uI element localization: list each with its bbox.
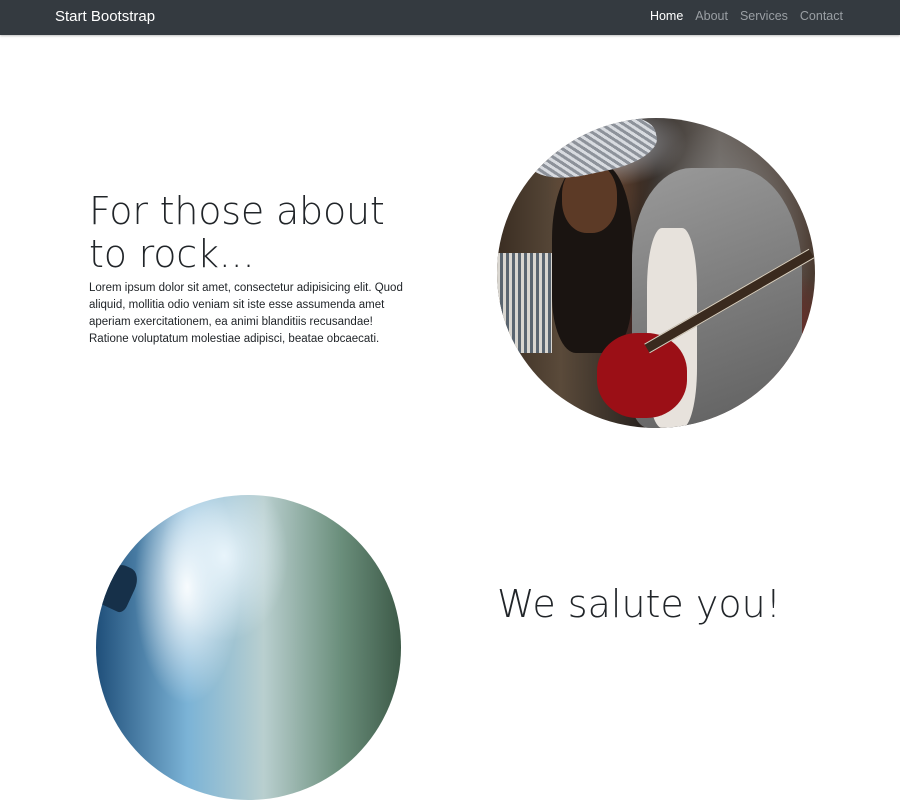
- brand-link[interactable]: Start Bootstrap: [55, 8, 155, 26]
- record-shelf: [497, 253, 552, 353]
- nav-links: Home About Services Contact: [650, 9, 843, 24]
- nav-link-home[interactable]: Home: [650, 9, 683, 24]
- guitar-body: [597, 333, 687, 418]
- nav-link-contact[interactable]: Contact: [800, 9, 843, 24]
- nav-link-services[interactable]: Services: [740, 9, 788, 24]
- nav-link-about[interactable]: About: [695, 9, 728, 24]
- concert-photo: [96, 495, 401, 800]
- section-2-heading: We salute you!: [497, 582, 781, 626]
- navbar: Start Bootstrap Home About Services Cont…: [0, 0, 900, 35]
- raised-hand: [96, 560, 143, 615]
- section-1-heading: For those about to rock...: [89, 189, 385, 276]
- guitarist-photo: [497, 118, 815, 428]
- section-1-text: Lorem ipsum dolor sit amet, consectetur …: [89, 282, 403, 345]
